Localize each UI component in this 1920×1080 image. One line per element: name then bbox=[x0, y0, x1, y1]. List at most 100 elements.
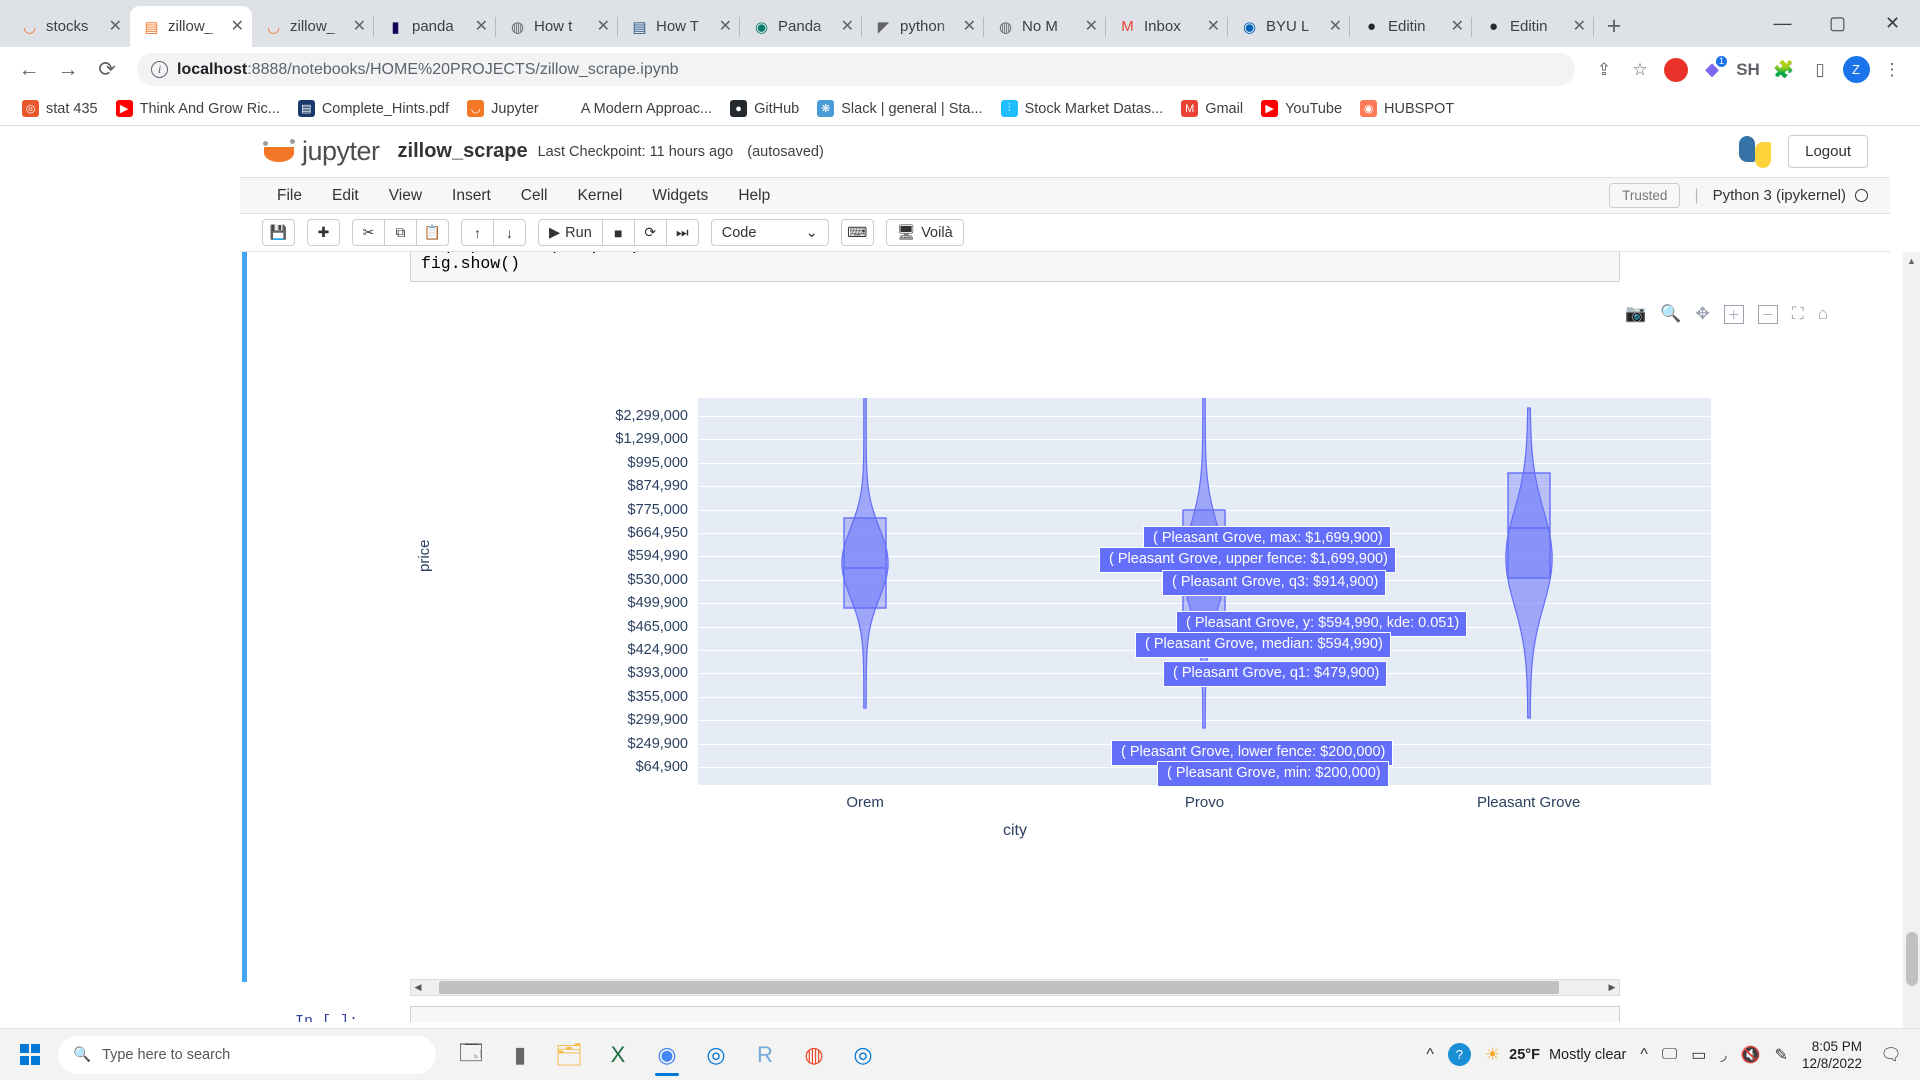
close-tab-icon[interactable]: ✕ bbox=[719, 19, 732, 35]
browser-tab-2[interactable]: ◡zillow_✕ bbox=[252, 6, 374, 47]
bookmark-5[interactable]: ●GitHub bbox=[721, 96, 808, 121]
scroll-thumb[interactable] bbox=[439, 981, 1559, 994]
browser-tab-1[interactable]: ▤zillow_✕ bbox=[130, 6, 252, 47]
browser-tab-4[interactable]: ◍How t✕ bbox=[496, 6, 618, 47]
menu-file[interactable]: File bbox=[262, 181, 317, 211]
pan-icon[interactable]: ✥ bbox=[1696, 304, 1710, 324]
close-tab-icon[interactable]: ✕ bbox=[597, 19, 610, 35]
menu-edit[interactable]: Edit bbox=[317, 181, 374, 211]
output-horizontal-scrollbar[interactable]: ◀ ▶ bbox=[410, 979, 1620, 996]
extension-sh-icon[interactable]: SH bbox=[1732, 54, 1764, 86]
home-icon[interactable]: ⌂ bbox=[1818, 304, 1828, 324]
bookmark-2[interactable]: ▤Complete_Hints.pdf bbox=[289, 96, 458, 121]
close-tab-icon[interactable]: ✕ bbox=[109, 19, 122, 35]
restart-kernel-button[interactable]: ⟳ bbox=[634, 219, 667, 246]
command-palette-button[interactable]: ⌨ bbox=[841, 219, 874, 246]
restart-run-all-button[interactable]: ⏭ bbox=[666, 219, 699, 246]
close-tab-icon[interactable]: ✕ bbox=[1207, 19, 1220, 35]
insert-cell-button[interactable]: ✚ bbox=[307, 219, 340, 246]
bookmark-star-icon[interactable]: ☆ bbox=[1624, 54, 1656, 86]
autoscale-icon[interactable]: ⛶ bbox=[1792, 304, 1804, 324]
network-icon[interactable]: ◞ bbox=[1720, 1045, 1726, 1065]
forward-button[interactable]: → bbox=[51, 53, 85, 87]
tray-chevron-up-icon[interactable]: ^ bbox=[1426, 1046, 1434, 1064]
scroll-left-arrow[interactable]: ◀ bbox=[411, 982, 425, 993]
browser-tab-5[interactable]: ▤How T✕ bbox=[618, 6, 740, 47]
close-tab-icon[interactable]: ✕ bbox=[1329, 19, 1342, 35]
back-button[interactable]: ← bbox=[12, 53, 46, 87]
move-cell-up-button[interactable]: ↑ bbox=[461, 219, 494, 246]
close-tab-icon[interactable]: ✕ bbox=[231, 19, 244, 35]
menu-cell[interactable]: Cell bbox=[506, 181, 563, 211]
pen-icon[interactable]: ✎ bbox=[1775, 1045, 1788, 1065]
bookmark-1[interactable]: ▶Think And Grow Ric... bbox=[107, 96, 289, 121]
logout-button[interactable]: Logout bbox=[1788, 135, 1868, 168]
taskbar-search-input[interactable]: 🔍 Type here to search bbox=[58, 1036, 436, 1074]
menu-insert[interactable]: Insert bbox=[437, 181, 506, 211]
close-tab-icon[interactable]: ✕ bbox=[353, 19, 366, 35]
next-code-cell[interactable] bbox=[410, 1006, 1620, 1022]
bookmark-4[interactable]: ▤A Modern Approac... bbox=[548, 96, 721, 121]
close-tab-icon[interactable]: ✕ bbox=[475, 19, 488, 35]
browser-tab-9[interactable]: MInbox✕ bbox=[1106, 6, 1228, 47]
page-scrollbar[interactable]: ▲ ▼ bbox=[1903, 252, 1920, 1030]
kernel-indicator[interactable]: Python 3 (ipykernel) bbox=[1713, 187, 1868, 204]
side-panel-icon[interactable]: ▯ bbox=[1804, 54, 1836, 86]
new-tab-button[interactable]: + bbox=[1594, 6, 1634, 47]
minimize-button[interactable]: — bbox=[1755, 0, 1810, 47]
camera-icon[interactable]: 📷 bbox=[1625, 304, 1646, 324]
widgets-divider[interactable]: ▮ bbox=[497, 1032, 543, 1078]
edge2-icon[interactable]: ◎ bbox=[840, 1032, 886, 1078]
menu-kernel[interactable]: Kernel bbox=[563, 181, 638, 211]
page-scroll-up-arrow[interactable]: ▲ bbox=[1907, 256, 1916, 266]
bookmark-9[interactable]: ▶YouTube bbox=[1252, 96, 1351, 121]
close-tab-icon[interactable]: ✕ bbox=[841, 19, 854, 35]
copy-button[interactable]: ⧉ bbox=[384, 219, 417, 246]
jupyter-logo[interactable]: jupyter bbox=[262, 136, 380, 167]
close-tab-icon[interactable]: ✕ bbox=[1451, 19, 1464, 35]
page-scroll-thumb[interactable] bbox=[1906, 932, 1918, 986]
weather-widget[interactable]: ☀ 25°F Mostly clear bbox=[1485, 1045, 1626, 1065]
browser-tab-11[interactable]: ●Editin✕ bbox=[1350, 6, 1472, 47]
puzzle-extensions-icon[interactable]: 🧩 bbox=[1768, 54, 1800, 86]
voila-button[interactable]: 🖥 Voilà bbox=[886, 219, 964, 246]
file-explorer-icon[interactable]: 🗂 bbox=[546, 1032, 592, 1078]
taskbar-clock[interactable]: 8:05 PM 12/8/2022 bbox=[1802, 1038, 1862, 1072]
bookmark-3[interactable]: ◡Jupyter bbox=[458, 96, 548, 121]
save-button[interactable]: 💾 bbox=[262, 219, 295, 246]
menu-help[interactable]: Help bbox=[723, 181, 785, 211]
zoom-out-icon[interactable]: － bbox=[1758, 305, 1778, 324]
monitor-icon[interactable]: 🖵 bbox=[1662, 1046, 1677, 1064]
zoom-in-icon[interactable]: ＋ bbox=[1724, 305, 1744, 324]
browser-tab-12[interactable]: ●Editin✕ bbox=[1472, 6, 1594, 47]
extension-badge-icon[interactable]: ◆ 1 bbox=[1696, 54, 1728, 86]
maximize-button[interactable]: ▢ bbox=[1810, 0, 1865, 47]
reload-button[interactable]: ⟳ bbox=[90, 53, 124, 87]
volume-icon[interactable]: 🔇 bbox=[1741, 1045, 1761, 1065]
address-bar[interactable]: i localhost:8888/notebooks/HOME%20PROJEC… bbox=[137, 53, 1575, 86]
chrome-menu-icon[interactable]: ⋮ bbox=[1876, 54, 1908, 86]
cut-button[interactable]: ✂ bbox=[352, 219, 385, 246]
bookmark-8[interactable]: MGmail bbox=[1172, 96, 1252, 121]
notification-icon[interactable]: 🗨 bbox=[1876, 1040, 1906, 1070]
bookmark-6[interactable]: ❋Slack | general | Sta... bbox=[808, 96, 991, 121]
edge-icon[interactable]: ◎ bbox=[693, 1032, 739, 1078]
close-tab-icon[interactable]: ✕ bbox=[1085, 19, 1098, 35]
chrome-icon[interactable]: ◉ bbox=[644, 1032, 690, 1078]
move-cell-down-button[interactable]: ↓ bbox=[493, 219, 526, 246]
close-tab-icon[interactable]: ✕ bbox=[963, 19, 976, 35]
interrupt-kernel-button[interactable]: ■ bbox=[602, 219, 635, 246]
help-icon[interactable]: ? bbox=[1448, 1043, 1471, 1066]
rstudio-icon[interactable]: R bbox=[742, 1032, 788, 1078]
excel-icon[interactable]: X bbox=[595, 1032, 641, 1078]
zoom-icon[interactable]: 🔍 bbox=[1660, 304, 1681, 324]
menu-view[interactable]: View bbox=[374, 181, 437, 211]
browser-tab-8[interactable]: ◍No M✕ bbox=[984, 6, 1106, 47]
plotly-figure[interactable]: $2,299,000$1,299,000$995,000$874,990$775… bbox=[410, 332, 1620, 992]
browser-tab-10[interactable]: ◉BYU L✕ bbox=[1228, 6, 1350, 47]
share-icon[interactable]: ⇪ bbox=[1588, 54, 1620, 86]
tray-expand-icon[interactable]: ^ bbox=[1640, 1046, 1648, 1064]
violin-trace[interactable] bbox=[1506, 408, 1552, 718]
menu-widgets[interactable]: Widgets bbox=[637, 181, 723, 211]
browser-tab-0[interactable]: ◡stocks✕ bbox=[8, 6, 130, 47]
